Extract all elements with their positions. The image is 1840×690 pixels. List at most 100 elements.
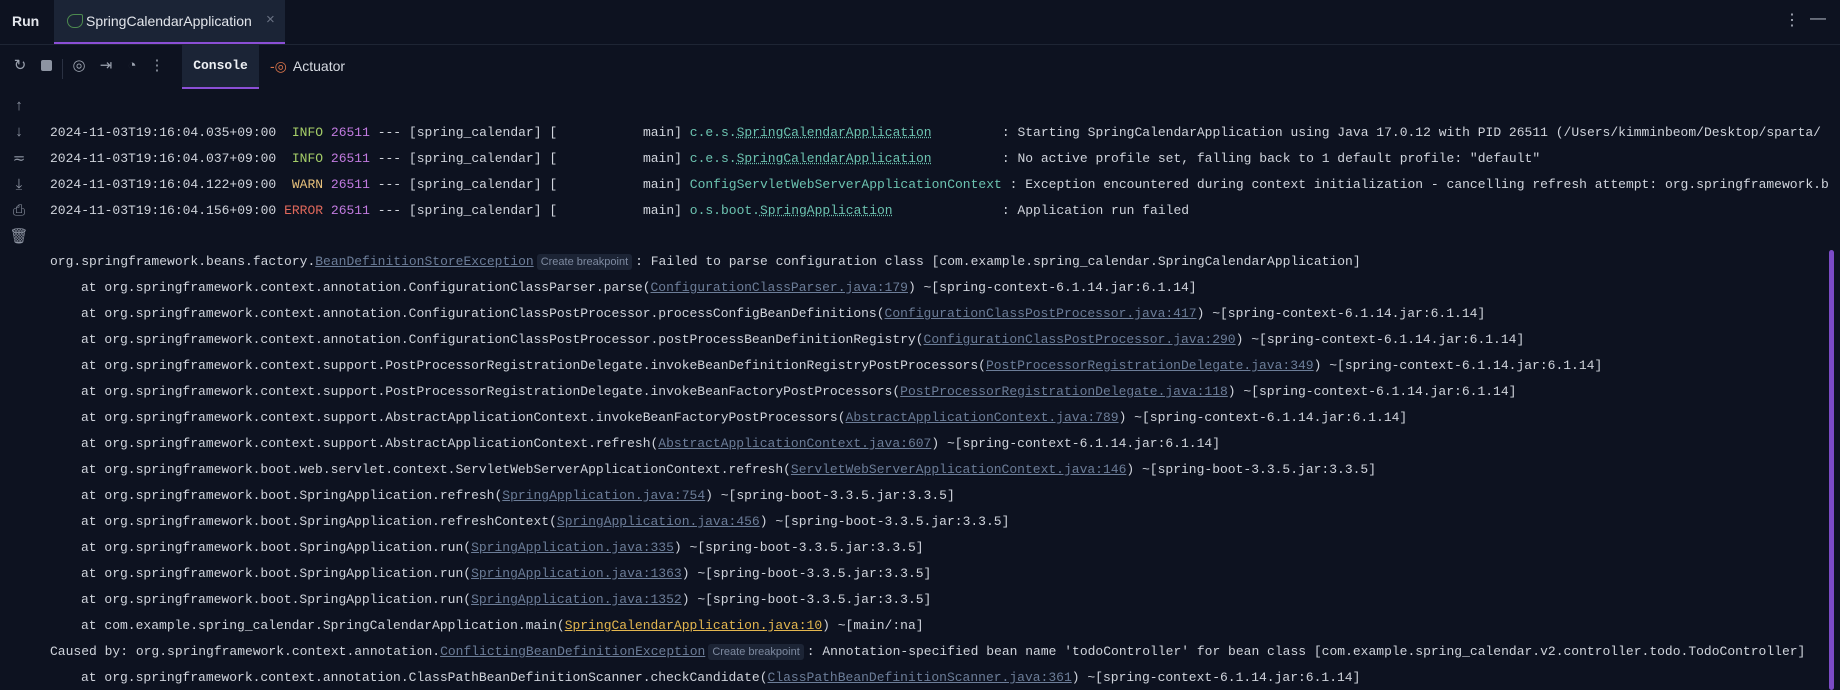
- log-pid: 26511: [330, 151, 370, 166]
- print-icon[interactable]: ⎙: [9, 201, 29, 221]
- source-link[interactable]: AbstractApplicationContext.java:789: [846, 410, 1119, 425]
- create-breakpoint-button[interactable]: Create breakpoint: [708, 644, 804, 660]
- stack-prefix: at org.springframework.boot.SpringApplic…: [81, 488, 503, 503]
- stack-prefix: at org.springframework.context.annotatio…: [81, 306, 885, 321]
- stack-prefix: at org.springframework.boot.web.servlet.…: [81, 462, 791, 477]
- scroll-down-icon[interactable]: ↓: [9, 122, 29, 142]
- log-message: : Starting SpringCalendarApplication usi…: [1001, 125, 1821, 140]
- stack-suffix: ) ~[spring-context-6.1.14.jar:6.1.14]: [1235, 332, 1525, 347]
- log-level: INFO: [284, 125, 324, 140]
- stack-suffix: ) ~[spring-boot-3.3.5.jar:3.3.5]: [673, 540, 924, 555]
- tab-actuator-label: Actuator: [292, 58, 346, 74]
- stop-icon[interactable]: [36, 56, 56, 76]
- scroll-up-icon[interactable]: ↑: [9, 96, 29, 116]
- log-thread: --- [spring_calendar] [ main]: [369, 125, 690, 140]
- log-logger: ConfigServletWebServerApplicationContext: [690, 177, 1002, 192]
- stack-frame: at org.springframework.context.support.P…: [81, 382, 1516, 402]
- stack-suffix: : Failed to parse configuration class [c…: [635, 254, 1361, 269]
- source-link[interactable]: SpringApplication.java:335: [471, 540, 674, 555]
- stack-frame: at org.springframework.boot.SpringApplic…: [81, 538, 924, 558]
- source-link[interactable]: BeanDefinitionStoreException: [315, 254, 533, 269]
- logger-class-link[interactable]: SpringApplication: [760, 203, 893, 218]
- stack-suffix: ) ~[spring-boot-3.3.5.jar:3.3.5]: [681, 566, 932, 581]
- logger-prefix: o.s.boot.: [689, 203, 760, 218]
- source-link[interactable]: PostProcessorRegistrationDelegate.java:1…: [900, 384, 1228, 399]
- source-link[interactable]: ConfigurationClassParser.java:179: [651, 280, 908, 295]
- stack-prefix: at org.springframework.context.support.A…: [81, 410, 846, 425]
- logger-class-link[interactable]: SpringCalendarApplication: [737, 151, 932, 166]
- log-pid: 26511: [330, 177, 370, 192]
- log-thread: --- [spring_calendar] [ main]: [369, 203, 690, 218]
- log-message: : Application run failed: [1001, 203, 1190, 218]
- source-link[interactable]: SpringApplication.java:754: [502, 488, 705, 503]
- stack-frame: at org.springframework.boot.SpringApplic…: [81, 564, 931, 584]
- tab-actuator[interactable]: -◎ Actuator: [270, 45, 345, 87]
- log-pid: 26511: [330, 125, 370, 140]
- run-tab-label: SpringCalendarApplication: [86, 13, 252, 29]
- run-tab-spring-calendar-application[interactable]: SpringCalendarApplication ×: [54, 0, 285, 44]
- logger-pad: [1002, 177, 1010, 192]
- logger-pad: [932, 151, 1002, 166]
- log-timestamp: 2024-11-03T19:16:04.122+09:00: [50, 177, 277, 192]
- source-link[interactable]: SpringApplication.java:1352: [471, 592, 682, 607]
- soft-wrap-icon[interactable]: ≂: [9, 149, 29, 169]
- tab-console-label: Console: [193, 58, 248, 73]
- log-thread: --- [spring_calendar] [ main]: [369, 151, 690, 166]
- stack-suffix: ) ~[spring-context-6.1.14.jar:6.1.14]: [907, 280, 1197, 295]
- log-level: INFO: [284, 151, 324, 166]
- log-timestamp: 2024-11-03T19:16:04.156+09:00: [50, 203, 277, 218]
- log-line: 2024-11-03T19:16:04.037+09:00 INFO 26511…: [50, 149, 1540, 169]
- more-options-icon[interactable]: ⋮: [1784, 10, 1800, 30]
- log-logger: o.s.boot.SpringApplication: [690, 203, 893, 218]
- stack-prefix: Caused by: org.springframework.context.a…: [50, 644, 441, 659]
- stack-frame: at com.example.spring_calendar.SpringCal…: [81, 616, 924, 636]
- stack-prefix: at org.springframework.boot.SpringApplic…: [81, 514, 557, 529]
- scroll-to-end-icon[interactable]: ⤓: [9, 175, 29, 195]
- source-link[interactable]: ConflictingBeanDefinitionException: [440, 644, 705, 659]
- source-link[interactable]: ConfigurationClassPostProcessor.java:290: [924, 332, 1236, 347]
- actuator-icon: -◎: [270, 58, 287, 74]
- stack-suffix: ) ~[spring-boot-3.3.5.jar:3.3.5]: [681, 592, 932, 607]
- source-link[interactable]: ClassPathBeanDefinitionScanner.java:361: [768, 670, 1072, 685]
- logger-prefix: c.e.s.: [689, 151, 737, 166]
- log-line: 2024-11-03T19:16:04.035+09:00 INFO 26511…: [50, 123, 1821, 143]
- log-message: : No active profile set, falling back to…: [1001, 151, 1541, 166]
- stack-suffix: ) ~[spring-context-6.1.14.jar:6.1.14]: [1313, 358, 1603, 373]
- source-link[interactable]: SpringCalendarApplication.java:10: [565, 618, 822, 633]
- source-link[interactable]: AbstractApplicationContext.java:607: [658, 436, 931, 451]
- camera-icon[interactable]: ◎: [69, 56, 89, 76]
- clear-trash-icon[interactable]: 🗑: [9, 227, 29, 247]
- create-breakpoint-button[interactable]: Create breakpoint: [536, 254, 633, 270]
- logger-class-link[interactable]: SpringCalendarApplication: [737, 125, 932, 140]
- source-link[interactable]: SpringApplication.java:1363: [471, 566, 682, 581]
- close-icon[interactable]: ×: [266, 11, 275, 28]
- source-link[interactable]: SpringApplication.java:456: [557, 514, 760, 529]
- log-line: 2024-11-03T19:16:04.122+09:00 WARN 26511…: [50, 175, 1829, 195]
- log-level: ERROR: [284, 203, 324, 218]
- logger-prefix: c.e.s.: [689, 125, 737, 140]
- spring-boot-icon: [67, 14, 83, 28]
- source-link[interactable]: ServletWebServerApplicationContext.java:…: [791, 462, 1126, 477]
- stack-suffix: ) ~[spring-context-6.1.14.jar:6.1.14]: [1196, 306, 1486, 321]
- minimize-icon[interactable]: —: [1810, 10, 1826, 28]
- log-timestamp: 2024-11-03T19:16:04.035+09:00: [50, 125, 277, 140]
- log-logger: c.e.s.SpringCalendarApplication: [690, 125, 932, 140]
- log-logger: c.e.s.SpringCalendarApplication: [690, 151, 932, 166]
- tab-console[interactable]: Console: [182, 45, 259, 89]
- stack-prefix: at org.springframework.context.support.P…: [81, 384, 901, 399]
- stack-prefix: at org.springframework.context.annotatio…: [81, 670, 768, 685]
- vertical-scrollbar[interactable]: [1829, 250, 1834, 690]
- stack-prefix: at org.springframework.context.support.A…: [81, 436, 659, 451]
- stack-suffix: ) ~[spring-boot-3.3.5.jar:3.3.5]: [1126, 462, 1377, 477]
- profiler-gauge-icon[interactable]: ◔: [122, 56, 142, 76]
- restore-layout-icon[interactable]: ⇥: [96, 56, 116, 76]
- exception-line: Caused by: org.springframework.context.a…: [50, 642, 1805, 662]
- stack-suffix: ) ~[spring-context-6.1.14.jar:6.1.14]: [1118, 410, 1408, 425]
- rerun-icon[interactable]: ↻: [10, 56, 30, 76]
- more-actions-icon[interactable]: ⋮: [147, 56, 167, 76]
- source-link[interactable]: ConfigurationClassPostProcessor.java:417: [885, 306, 1197, 321]
- logger-pad: [893, 203, 1002, 218]
- source-link[interactable]: PostProcessorRegistrationDelegate.java:3…: [986, 358, 1314, 373]
- log-thread: --- [spring_calendar] [ main]: [369, 177, 690, 192]
- stack-suffix: ) ~[spring-context-6.1.14.jar:6.1.14]: [931, 436, 1220, 451]
